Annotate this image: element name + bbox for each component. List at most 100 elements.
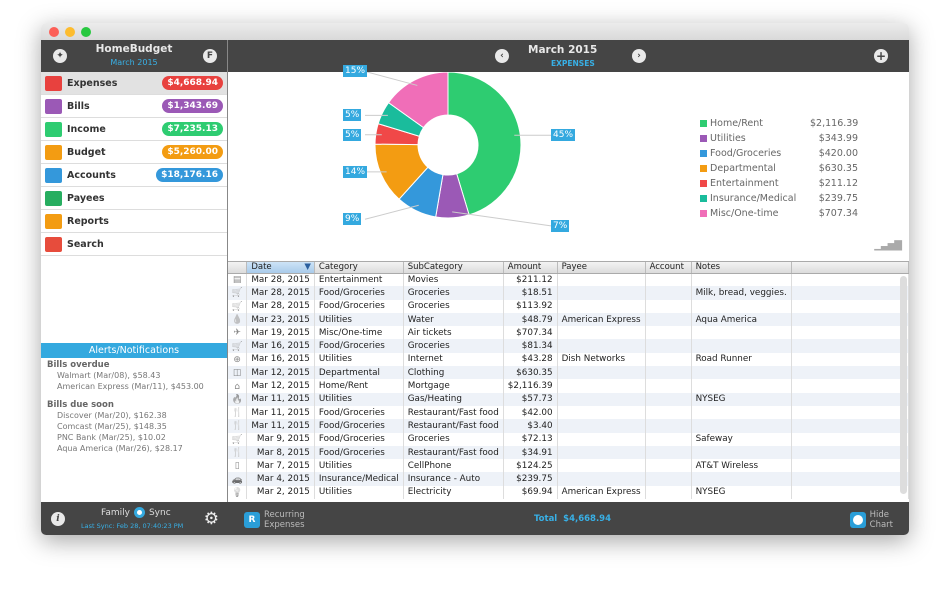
hide-chart-button[interactable]: Hide Chart xyxy=(849,510,893,530)
legend-entry: Misc/One-time $707.34 xyxy=(700,206,858,221)
legend-swatch xyxy=(700,165,707,172)
sidebar-item-budget[interactable]: Budget $5,260.00 xyxy=(41,141,227,164)
column-header-payee[interactable]: Payee xyxy=(557,262,646,274)
table-row[interactable]: 🛒 Mar 28, 2015 Food/Groceries Groceries $18.… xyxy=(228,286,909,300)
sidebar: ✦ HomeBudget March 2015 F Expenses $4,668… xyxy=(41,40,228,535)
bar-chart-toggle-icon[interactable]: ▁▃▅▇ xyxy=(874,240,902,251)
table-row[interactable]: ⊕ Mar 16, 2015 Utilities Internet $43.28 Dish… xyxy=(228,352,909,367)
sidebar-item-payees[interactable]: Payees xyxy=(41,187,227,210)
f-button[interactable]: F xyxy=(203,49,217,63)
minimize-window-button[interactable] xyxy=(65,27,75,37)
info-icon[interactable]: i xyxy=(51,512,65,526)
column-header-notes[interactable]: Notes xyxy=(691,262,792,274)
table-row[interactable]: ▯ Mar 7, 2015 Utilities CellPhone $124.25 AT&… xyxy=(228,459,909,473)
legend-entry: Home/Rent $2,116.39 xyxy=(700,116,858,131)
cell-account xyxy=(645,459,692,473)
sidebar-item-badge: $1,343.69 xyxy=(162,99,223,113)
row-icon-glyph: 🍴 xyxy=(231,448,243,458)
cell-date: Mar 23, 2015 xyxy=(246,312,315,327)
alert-item[interactable]: Discover (Mar/20), $162.38 xyxy=(41,410,227,421)
table-row[interactable]: ◫ Mar 12, 2015 Departmental Clothing $630.35 xyxy=(228,366,909,380)
cart-icon: 🛒 xyxy=(228,286,248,300)
table-row[interactable]: 🔥 Mar 11, 2015 Utilities Gas/Heating $57.73 N… xyxy=(228,392,909,406)
close-window-button[interactable] xyxy=(49,27,59,37)
table-row[interactable]: ⌂ Mar 12, 2015 Home/Rent Mortgage $2,116.39 xyxy=(228,379,909,393)
cell-account xyxy=(645,485,692,500)
main-header: ‹ March 2015 EXPENSES › + xyxy=(228,40,909,72)
legend-value: $707.34 xyxy=(818,208,858,219)
cell-category: Food/Groceries xyxy=(314,405,404,420)
table-row[interactable]: ▤ Mar 28, 2015 Entertainment Movies $211.12 xyxy=(228,273,909,287)
sidebar-item-income[interactable]: Income $7,235.13 xyxy=(41,118,227,141)
sidebar-item-expenses[interactable]: Expenses $4,668.94 xyxy=(41,72,227,95)
column-header-label: Payee xyxy=(561,262,588,273)
cell-notes xyxy=(691,326,792,340)
column-header-amount[interactable]: Amount xyxy=(503,262,558,274)
previous-month-button[interactable]: ‹ xyxy=(495,49,509,63)
transactions-table: Date ▼ Category SubCategory Amount Payee Accou… xyxy=(228,262,909,500)
magnifier-icon xyxy=(45,236,62,252)
column-header-account[interactable]: Account xyxy=(645,262,692,274)
cell-date: Mar 28, 2015 xyxy=(246,286,315,300)
globe-icon: ⊕ xyxy=(228,352,248,367)
table-row[interactable]: 💧 Mar 23, 2015 Utilities Water $48.79 America… xyxy=(228,312,909,327)
legend-entry: Utilities $343.99 xyxy=(700,131,858,146)
row-icon-glyph: ▤ xyxy=(232,275,242,286)
sidebar-item-bills[interactable]: Bills $1,343.69 xyxy=(41,95,227,118)
cell-payee: American Express xyxy=(557,312,646,327)
sidebar-item-accounts[interactable]: Accounts $18,176.16 xyxy=(41,164,227,187)
accounts-icon xyxy=(45,167,62,183)
cell-date: Mar 8, 2015 xyxy=(246,445,315,460)
sidebar-item-label: Search xyxy=(67,238,104,250)
cell-filler xyxy=(791,366,909,380)
sidebar-item-search[interactable]: Search xyxy=(41,233,227,256)
cell-date: Mar 19, 2015 xyxy=(246,326,315,340)
legend-value: $239.75 xyxy=(818,193,858,204)
cell-payee xyxy=(557,286,646,300)
alert-item[interactable]: Walmart (Mar/08), $58.43 xyxy=(41,370,227,381)
table-row[interactable]: 🛒 Mar 9, 2015 Food/Groceries Groceries $72.1… xyxy=(228,432,909,446)
column-header-label: SubCategory xyxy=(407,262,463,273)
cell-filler xyxy=(791,472,909,486)
cell-filler xyxy=(791,485,909,500)
row-icon-glyph: 💡 xyxy=(231,487,243,498)
cell-category: Food/Groceries xyxy=(314,419,404,433)
column-header-blank[interactable] xyxy=(791,262,909,274)
folder-icon xyxy=(45,144,62,160)
recurring-expenses-button[interactable]: R Recurring Expenses xyxy=(244,510,305,530)
row-icon-glyph: ✈ xyxy=(233,328,241,339)
maximize-window-button[interactable] xyxy=(81,27,91,37)
cell-category: Food/Groceries xyxy=(314,299,404,313)
column-header-category[interactable]: Category xyxy=(314,262,404,274)
alert-item[interactable]: Aqua America (Mar/26), $28.17 xyxy=(41,443,227,454)
sidebar-footer: i Family Sync Last Sync: Feb 28, 07:40:2… xyxy=(41,502,228,535)
table-row[interactable]: 🛒 Mar 16, 2015 Food/Groceries Groceries $81.… xyxy=(228,339,909,353)
table-row[interactable]: 🍴 Mar 11, 2015 Food/Groceries Restaurant/Fa… xyxy=(228,405,909,420)
alert-item[interactable]: American Express (Mar/11), $453.00 xyxy=(41,381,227,392)
cell-notes xyxy=(691,366,792,380)
legend-swatch xyxy=(700,210,707,217)
gear-icon[interactable]: ⚙ xyxy=(204,509,219,529)
legend-entry: Insurance/Medical $239.75 xyxy=(700,191,858,206)
cell-category: Utilities xyxy=(314,352,404,367)
add-expense-button[interactable]: + xyxy=(874,49,888,63)
table-row[interactable]: ✈ Mar 19, 2015 Misc/One-time Air tickets $70… xyxy=(228,326,909,340)
family-sync-button[interactable]: Family Sync xyxy=(101,507,171,518)
table-row[interactable]: 🍴 Mar 11, 2015 Food/Groceries Restaurant/Fa… xyxy=(228,419,909,433)
column-header-subcategory[interactable]: SubCategory xyxy=(403,262,504,274)
column-header-date[interactable]: Date ▼ xyxy=(246,262,315,274)
sidebar-item-reports[interactable]: Reports xyxy=(41,210,227,233)
alert-item[interactable]: PNC Bank (Mar/25), $10.02 xyxy=(41,432,227,443)
next-month-button[interactable]: › xyxy=(632,49,646,63)
table-row[interactable]: 🚗 Mar 4, 2015 Insurance/Medical Insurance -… xyxy=(228,472,909,486)
table-row[interactable]: 🛒 Mar 28, 2015 Food/Groceries Groceries $113… xyxy=(228,299,909,313)
table-scrollbar[interactable] xyxy=(900,276,907,494)
pie-percent-label: 14% xyxy=(343,165,368,178)
table-row[interactable]: 💡 Mar 2, 2015 Utilities Electricity $69.94 Am… xyxy=(228,485,909,500)
cell-sub: Restaurant/Fast food xyxy=(403,445,504,460)
alert-item[interactable]: Comcast (Mar/25), $148.35 xyxy=(41,421,227,432)
sidebar-item-badge: $7,235.13 xyxy=(162,122,223,136)
column-header-blank[interactable] xyxy=(228,262,248,274)
table-row[interactable]: 🍴 Mar 8, 2015 Food/Groceries Restaurant/Fas… xyxy=(228,445,909,460)
row-icon-glyph: ⊕ xyxy=(233,354,241,365)
